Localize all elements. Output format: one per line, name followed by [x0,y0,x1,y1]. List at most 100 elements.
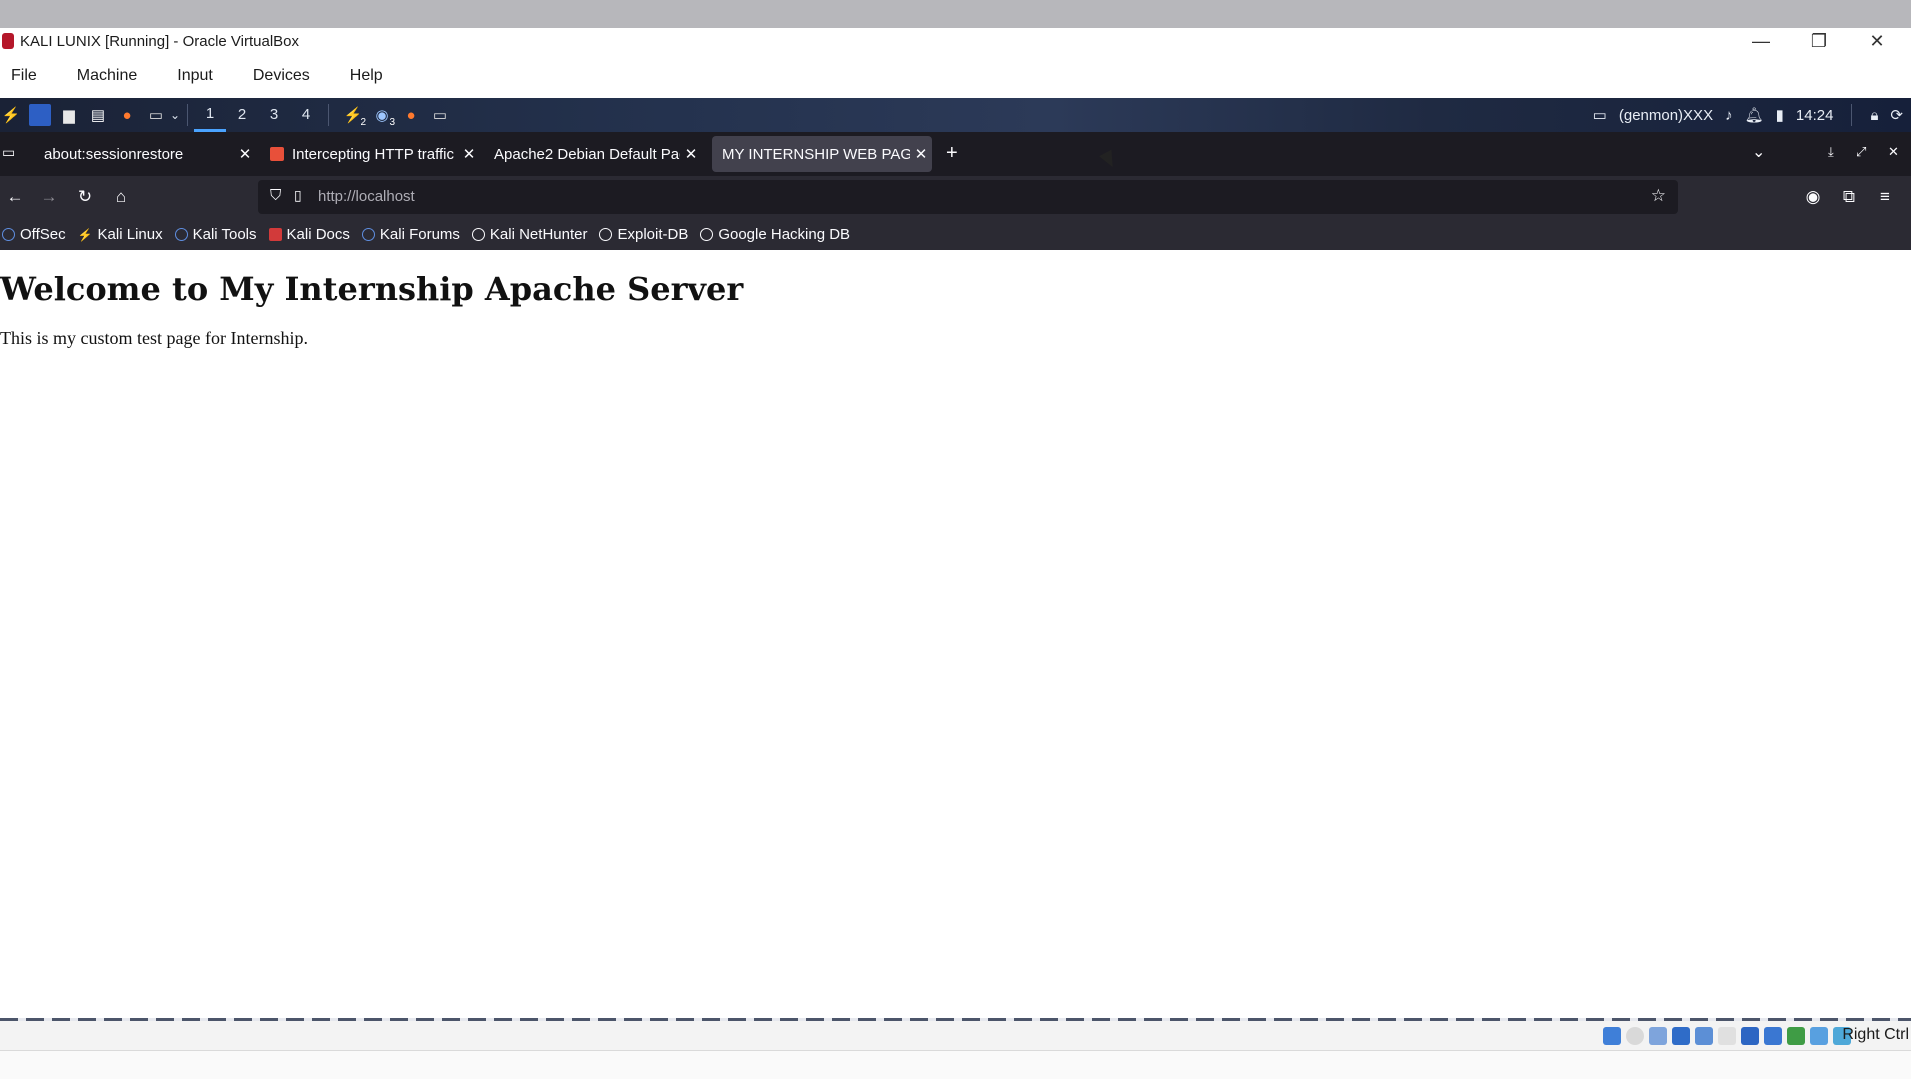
globe-icon [599,227,613,241]
tab-close-icon[interactable]: ✕ [910,145,932,163]
minimize-button[interactable]: — [1732,28,1790,54]
bookmark-label: Google Hacking DB [718,225,851,243]
tab-close-icon[interactable]: ✕ [234,145,256,163]
host-key-label: Right Ctrl [1842,1026,1909,1043]
tab-label: Apache2 Debian Default Page [494,145,680,163]
firefox-view-icon[interactable]: ▭ [2,144,15,161]
audio-icon[interactable] [1649,1027,1667,1045]
file-manager-icon[interactable]: ▆ [58,104,80,126]
bookmark-star-icon[interactable]: ☆ [1651,186,1666,206]
battery-icon[interactable]: ▮ [1776,106,1784,124]
window-close-icon[interactable]: ✕ [1888,144,1899,160]
web-page-content: Welcome to My Internship Apache Server T… [0,250,1911,1020]
extensions-button[interactable]: ⧉ [1836,184,1862,210]
terminal-icon[interactable]: ▭ [145,104,167,126]
bookmark-kali-forums[interactable]: Kali Forums [361,226,460,243]
globe-icon [700,227,714,241]
workspace-1[interactable]: 1 [194,98,226,132]
shield-icon[interactable]: ⛉ [270,187,281,204]
usb-icon[interactable] [1695,1027,1713,1045]
fullscreen-icon[interactable]: ⤢ [1856,144,1866,160]
vm-display: ⚡ ▆ ▤ ● ▭ ⌄ 1 2 3 4 ⚡ 2 ◉ 3 ● ▭ ▭ (genmon)… [0,98,1911,1020]
bookmark-kali-nethunter[interactable]: Kali NetHunter [471,225,588,243]
display-icon[interactable] [1741,1027,1759,1045]
tab-label: Intercepting HTTP traffic [292,145,455,163]
app-menu-button[interactable]: ≡ [1872,184,1898,210]
network-icon[interactable] [1672,1027,1690,1045]
tab-internship-page[interactable]: MY INTERNSHIP WEB PAGE ✕ [712,136,932,172]
menu-file[interactable]: File [11,67,37,85]
bookmark-kali-docs[interactable]: Kali Docs [268,226,350,243]
text-editor-icon[interactable]: ▤ [87,104,109,126]
bookmark-kali-tools[interactable]: Kali Tools [174,226,257,243]
url-bar[interactable]: ⛉ ▯ http://localhost ☆ [258,180,1678,214]
close-button[interactable]: ✕ [1848,28,1906,54]
clock[interactable]: 14:24 [1796,107,1834,124]
workspace-4[interactable]: 4 [290,98,322,132]
burp-task-icon[interactable]: ⚡ 2 [342,104,366,128]
home-button[interactable]: ⌂ [108,184,134,210]
restore-icon: ❐ [1810,30,1828,51]
back-arrow-icon: ← [6,187,24,206]
browser-task-icon[interactable]: ◉ 3 [371,104,395,128]
back-button[interactable]: ← [2,184,28,210]
shared-folders-icon[interactable] [1718,1027,1736,1045]
tab-close-icon[interactable]: ✕ [458,145,480,163]
desktop-icon[interactable] [29,104,51,126]
tab-label: about:sessionrestore [44,145,184,163]
download-icon[interactable]: ⤓ [1828,144,1834,160]
menu-devices[interactable]: Devices [253,67,310,85]
menu-machine[interactable]: Machine [77,67,137,85]
optical-drive-icon[interactable] [1626,1027,1644,1045]
panel-tray: ▭ (genmon)XXX ♪ 🔔︎ ▮ 14:24 🔒︎ ⟳ [1593,98,1903,132]
bookmarks-toolbar: OffSec ⚡ Kali Linux Kali Tools Kali Docs … [0,218,1911,250]
lock-icon[interactable]: 🔒︎ [1870,107,1878,124]
hard-disk-icon[interactable] [1603,1027,1621,1045]
video-capture-icon[interactable] [1764,1027,1782,1045]
hamburger-menu-icon: ≡ [1880,187,1890,206]
forward-button[interactable]: → [36,184,62,210]
account-button[interactable]: ◉ [1800,184,1826,210]
list-tabs-chevron-icon[interactable]: ⌄ [1752,142,1765,162]
firefox-task-icon[interactable]: ● [400,104,422,126]
bookmark-label: Exploit-DB [617,225,689,243]
restore-button[interactable]: ❐ [1790,28,1848,54]
logout-icon[interactable]: ⟳ [1890,106,1903,124]
volume-icon[interactable]: ♪ [1725,107,1733,124]
bookmark-label: Kali NetHunter [489,225,588,243]
new-tab-plus-icon[interactable]: + [946,142,958,165]
tab-intercepting-http[interactable]: Intercepting HTTP traffic ✕ [260,136,480,172]
host-window-bottom [0,1051,1911,1079]
bookmark-exploit-db[interactable]: Exploit-DB [599,226,688,243]
tab-session-restore[interactable]: about:sessionrestore ✕ [34,136,256,172]
chevron-down-icon[interactable]: ⌄ [169,104,181,126]
url-text[interactable]: http://localhost [318,188,415,205]
guest-additions-icon[interactable] [1787,1027,1805,1045]
workspace-3[interactable]: 3 [258,98,290,132]
notification-bell-icon[interactable]: 🔔︎ [1745,106,1764,124]
menu-help[interactable]: Help [350,67,383,85]
xfce-top-panel: ⚡ ▆ ▤ ● ▭ ⌄ 1 2 3 4 ⚡ 2 ◉ 3 ● ▭ ▭ (genmon)… [0,98,1911,132]
tab-apache-default[interactable]: Apache2 Debian Default Page ✕ [484,136,702,172]
panel-separator [1851,104,1853,126]
reload-button[interactable]: ↻ [72,184,98,210]
terminal-task-icon[interactable]: ▭ [429,104,451,126]
menu-input[interactable]: Input [177,67,213,85]
desktop-top-strip [0,0,1911,28]
workspace-2[interactable]: 2 [226,98,258,132]
minimize-icon: — [1752,30,1770,51]
display-icon[interactable]: ▭ [1593,106,1607,124]
browser-navigation-bar: ← → ↻ ⌂ ⛉ ▯ http://localhost ☆ ◉ ⧉ ≡ [0,176,1911,218]
page-heading: Welcome to My Internship Apache Server [0,270,744,308]
bookmark-google-hacking-db[interactable]: Google Hacking DB [700,226,850,243]
page-info-icon[interactable]: ▯ [294,187,302,204]
kali-forums-icon [361,227,375,241]
bookmark-kali-linux[interactable]: ⚡ Kali Linux [78,226,163,243]
kali-menu-icon[interactable]: ⚡ [0,104,22,126]
offsec-icon [2,227,15,241]
bookmark-offsec[interactable]: OffSec [2,226,66,243]
tab-close-icon[interactable]: ✕ [680,145,702,163]
firefox-icon[interactable]: ● [116,104,138,126]
cpu-icon[interactable] [1810,1027,1828,1045]
task-badge-2: 2 [360,117,366,128]
